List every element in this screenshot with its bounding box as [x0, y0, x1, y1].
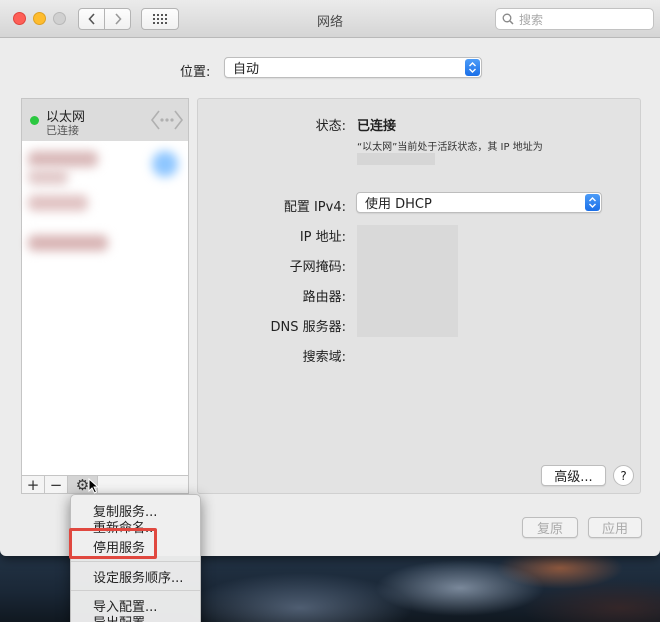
- status-dot: [30, 116, 39, 125]
- config-ipv4-value: 使用 DHCP: [365, 197, 432, 212]
- help-button[interactable]: ?: [613, 465, 634, 486]
- menu-item-set-service-order[interactable]: 设定服务顺序...: [93, 567, 183, 586]
- search-icon: [502, 13, 514, 25]
- search-placeholder: 搜索: [519, 12, 544, 27]
- blurred-values: [357, 225, 458, 337]
- search-input[interactable]: 搜索: [495, 8, 654, 30]
- remove-service-button[interactable]: −: [45, 476, 68, 494]
- blurred-ip: [357, 153, 435, 165]
- title-bar: 网络 搜索: [0, 0, 660, 38]
- updown-stepper-icon: [465, 59, 480, 76]
- menu-separator: [71, 561, 200, 562]
- subnet-mask-label: 子网掩码:: [289, 260, 346, 275]
- blurred-service-icon: [152, 151, 178, 177]
- highlight-box: [69, 528, 157, 559]
- menu-item-export-config[interactable]: 导出配置...: [93, 612, 157, 622]
- mouse-cursor-icon: [88, 478, 100, 494]
- status-description: “以太网”当前处于活跃状态，其 IP 地址为: [357, 142, 543, 153]
- location-label: 位置:: [180, 65, 211, 80]
- dns-server-label: DNS 服务器:: [270, 320, 347, 335]
- location-value: 自动: [233, 62, 260, 77]
- blurred-service: [28, 195, 88, 211]
- revert-button[interactable]: 复原: [522, 517, 578, 538]
- status-value: 已连接: [357, 119, 397, 134]
- updown-stepper-icon: [585, 194, 600, 211]
- router-label: 路由器:: [302, 290, 346, 305]
- blurred-service: [28, 151, 98, 167]
- apply-button[interactable]: 应用: [588, 517, 642, 538]
- search-domain-label: 搜索域:: [302, 350, 346, 365]
- service-status: 已连接: [46, 124, 79, 137]
- service-list[interactable]: 以太网 已连接: [21, 98, 189, 476]
- blurred-service: [28, 235, 108, 251]
- config-ipv4-label: 配置 IPv4:: [283, 200, 346, 215]
- ip-address-label: IP 地址:: [299, 230, 346, 245]
- menu-separator: [71, 590, 200, 591]
- ethernet-icon: [150, 110, 184, 130]
- service-list-toolbar: + − ⚙: [21, 475, 189, 494]
- add-service-button[interactable]: +: [22, 476, 45, 494]
- location-popup[interactable]: 自动: [224, 57, 482, 78]
- service-item-ethernet[interactable]: 以太网 已连接: [22, 99, 188, 141]
- config-ipv4-popup[interactable]: 使用 DHCP: [356, 192, 602, 213]
- advanced-button[interactable]: 高级...: [541, 465, 606, 486]
- network-preferences-window: 网络 搜索 位置: 自动 以太网 已连接 + − ⚙ 状态: 已连接 “以太网”…: [0, 0, 660, 556]
- blurred-service: [28, 169, 68, 185]
- status-label: 状态:: [315, 119, 346, 134]
